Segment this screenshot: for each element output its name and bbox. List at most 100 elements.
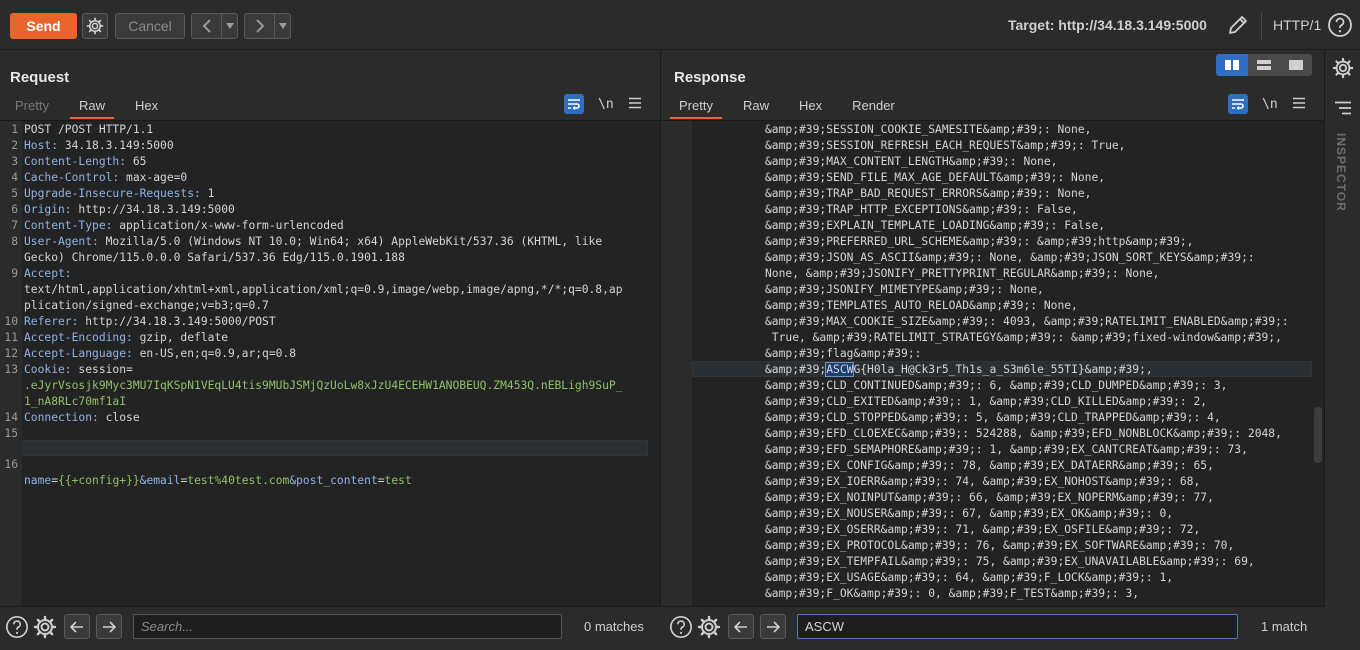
previous-match-button[interactable] <box>64 614 90 639</box>
pencil-icon <box>1229 16 1247 34</box>
single-layout-button[interactable] <box>1280 54 1312 76</box>
tab-render[interactable]: Render <box>837 95 910 119</box>
line-number: 12 <box>4 347 18 360</box>
line-number: 13 <box>4 363 18 376</box>
send-button[interactable]: Send <box>10 13 77 39</box>
header-value: 1 <box>200 187 215 200</box>
line-number: 6 <box>11 203 18 216</box>
help-icon <box>670 616 692 638</box>
param-value: test%40test.com <box>187 474 290 487</box>
http-version-toggle[interactable]: HTTP/1 <box>1273 17 1321 33</box>
single-pane-icon <box>1289 60 1303 70</box>
code-line: &amp;#39;EFD_SEMAPHORE&amp;#39;: 1, &amp… <box>765 443 1248 456</box>
code-line: &amp;#39;EFD_CLOEXEC&amp;#39;: 524288, &… <box>765 427 1282 440</box>
param-value: {{+config+}} <box>58 474 140 487</box>
code-line: &amp;#39;JSONIFY_MIMETYPE&amp;#39;: None… <box>765 283 1044 296</box>
code-line: &amp;#39;EX_NOUSER&amp;#39;: 67, &amp;#3… <box>765 507 1174 520</box>
header-value: http://34.18.3.149:5000/POST <box>78 315 276 328</box>
cancel-button[interactable]: Cancel <box>115 13 185 39</box>
inspector-settings-button[interactable] <box>1332 57 1354 82</box>
code-line: &amp;#39;EX_IOERR&amp;#39;: 74, &amp;#39… <box>765 475 1201 488</box>
line-number: 8 <box>11 235 18 248</box>
header-name: Content-Length: <box>24 155 127 168</box>
header-value: session= <box>71 363 133 376</box>
help-button[interactable] <box>669 615 693 642</box>
tab-hex[interactable]: Hex <box>784 95 837 119</box>
gear-icon <box>1332 57 1354 79</box>
code-line: None, &amp;#39;JSONIFY_PRETTYPRINT_REGUL… <box>765 267 1160 280</box>
wrap-icon <box>568 99 580 110</box>
param-name: &post_content <box>289 474 378 487</box>
back-nav-group[interactable] <box>191 13 238 39</box>
code-line: &amp;#39;SESSION_REFRESH_EACH_REQUEST&am… <box>765 139 1126 152</box>
flag-suffix: G{H0la_H@Ck3r5_Th1s_a_S3m6le_55TI}&amp;#… <box>853 363 1153 376</box>
tab-pretty[interactable]: Pretty <box>0 95 64 119</box>
editor-menu-button[interactable] <box>1292 97 1306 112</box>
code-line: True, &amp;#39;RATELIMIT_STRATEGY&amp;#3… <box>765 331 1282 344</box>
word-wrap-button[interactable] <box>1228 94 1248 114</box>
line-number: 3 <box>11 155 18 168</box>
search-settings-button[interactable] <box>697 615 721 642</box>
search-input[interactable]: Search... <box>133 614 562 639</box>
request-search-bar: Search... 0 matches <box>0 606 661 646</box>
next-match-button[interactable] <box>96 614 122 639</box>
match-count: 0 matches <box>584 619 644 634</box>
next-match-button[interactable] <box>760 614 786 639</box>
tab-raw[interactable]: Raw <box>728 95 784 119</box>
search-input[interactable]: ASCW <box>797 614 1238 639</box>
flag-line: &amp;#39;ASCWG{H0la_H@Ck3r5_Th1s_a_S3m6l… <box>765 362 1153 378</box>
word-wrap-button[interactable] <box>564 94 584 114</box>
request-title: Request <box>10 69 70 86</box>
help-button[interactable] <box>5 615 29 642</box>
show-newlines-button[interactable]: \n <box>598 97 614 112</box>
search-settings-button[interactable] <box>33 615 57 642</box>
request-body-line: 16 name={{+config+}}&email=test%40test.c… <box>0 441 640 487</box>
target-label: Target: http://34.18.3.149:5000 <box>1008 17 1207 33</box>
header-value: 65 <box>126 155 147 168</box>
edit-target-button[interactable] <box>1226 13 1250 40</box>
code-line: &amp;#39;CLD_CONTINUED&amp;#39;: 6, &amp… <box>765 379 1228 392</box>
forward-nav-group[interactable] <box>244 13 291 39</box>
columns-icon <box>1225 60 1239 70</box>
header-value: 34.18.3.149:5000 <box>58 139 174 152</box>
forward-dropdown-icon[interactable] <box>274 14 290 38</box>
editor-menu-button[interactable] <box>628 97 642 112</box>
response-editor[interactable]: &amp;#39;SESSION_COOKIE_SAMESITE&amp;#39… <box>662 120 1324 606</box>
line-number: 9 <box>11 267 18 280</box>
rows-icon <box>1257 60 1271 70</box>
tab-raw[interactable]: Raw <box>64 95 120 119</box>
inspector-tab[interactable]: INSPECTOR <box>1334 133 1348 212</box>
header-name: Host: <box>24 139 59 152</box>
back-arrow-icon[interactable] <box>192 14 221 38</box>
forward-arrow-icon[interactable] <box>245 14 274 38</box>
side-by-side-layout-button[interactable] <box>1216 54 1248 76</box>
line-number: 5 <box>11 187 18 200</box>
line-number: 2 <box>11 139 18 152</box>
code-line: &amp;#39;PREFERRED_URL_SCHEME&amp;#39;: … <box>765 235 1194 248</box>
stacked-layout-button[interactable] <box>1248 54 1280 76</box>
header-value: http://34.18.3.149:5000 <box>71 203 235 216</box>
show-newlines-button[interactable]: \n <box>1262 97 1278 112</box>
response-editor-tools: \n <box>1228 94 1306 114</box>
inspector-menu-button[interactable] <box>1334 101 1352 118</box>
response-tabs: Pretty Raw Hex Render <box>664 95 910 119</box>
help-button[interactable] <box>1327 12 1353 41</box>
header-value: plication/signed-exchange;v=b3;q=0.7 <box>24 299 269 312</box>
vertical-scrollbar[interactable] <box>1314 407 1322 463</box>
tab-pretty[interactable]: Pretty <box>664 95 728 119</box>
top-toolbar: Send Cancel Target: http://34.18.3.149:5… <box>0 0 1360 50</box>
tab-hex[interactable]: Hex <box>120 95 173 119</box>
header-value: Mozilla/5.0 (Windows NT 10.0; Win64; x64… <box>98 235 603 248</box>
previous-match-button[interactable] <box>728 614 754 639</box>
header-name: Cache-Control: <box>24 171 120 184</box>
header-value: text/html,application/xhtml+xml,applicat… <box>24 283 623 296</box>
back-dropdown-icon[interactable] <box>221 14 237 38</box>
code-line: &amp;#39;JSON_AS_ASCII&amp;#39;: None, &… <box>765 251 1255 264</box>
request-editor[interactable]: 1 POST /POST HTTP/1.1 2 Host: 34.18.3.149:5… <box>0 120 660 606</box>
code-line: &amp;#39;SEND_FILE_MAX_AGE_DEFAULT&amp;#… <box>765 171 1106 184</box>
code-line: &amp;#39;SESSION_COOKIE_SAMESITE&amp;#39… <box>765 123 1092 136</box>
arrow-right-icon <box>103 620 116 633</box>
settings-button[interactable] <box>82 13 108 39</box>
code-line: &amp;#39;EX_TEMPFAIL&amp;#39;: 75, &amp;… <box>765 555 1255 568</box>
code-line: &amp;#39;EX_CONFIG&amp;#39;: 78, &amp;#3… <box>765 459 1214 472</box>
